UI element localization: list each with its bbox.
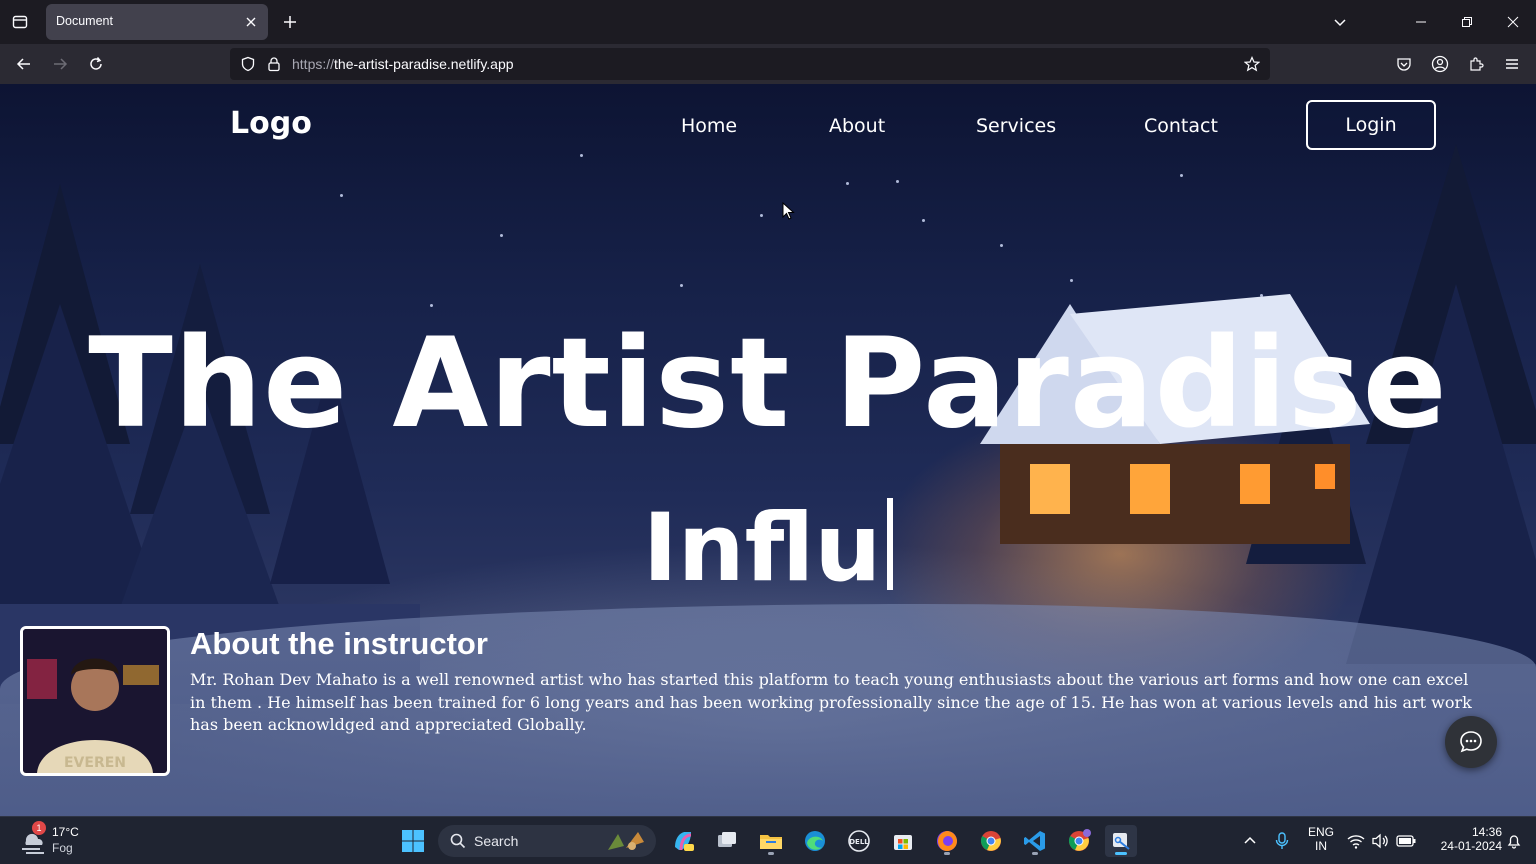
clock-date: 24-01-2024: [1440, 839, 1502, 853]
region-code: IN: [1315, 839, 1327, 853]
chat-button[interactable]: [1445, 716, 1497, 768]
search-icon: [450, 833, 466, 849]
windows-taskbar: 1 17°C Fog Search DELL ENG IN 14:36 24-0…: [0, 816, 1536, 864]
edge-icon[interactable]: [799, 825, 831, 857]
search-highlight-icon: [608, 832, 644, 850]
tab-list-icon[interactable]: [8, 10, 32, 34]
window-controls: [1398, 0, 1536, 44]
chevron-up-icon[interactable]: [1236, 825, 1264, 857]
file-explorer-icon[interactable]: [755, 825, 787, 857]
minimize-icon[interactable]: [1398, 0, 1444, 44]
account-icon[interactable]: [1428, 52, 1452, 76]
chrome-icon[interactable]: [975, 825, 1007, 857]
battery-icon[interactable]: [1393, 825, 1419, 857]
nav-link-about[interactable]: About: [829, 115, 885, 137]
url-bar[interactable]: https://the-artist-paradise.netlify.app: [230, 48, 1270, 80]
reload-icon[interactable]: [84, 52, 108, 76]
dell-icon[interactable]: DELL: [843, 825, 875, 857]
site-header: Logo Home About Services Contact Login: [0, 84, 1536, 168]
active-indicator: [1032, 852, 1038, 855]
weather-widget[interactable]: 1 17°C Fog: [18, 821, 98, 859]
weather-condition: Fog: [52, 841, 73, 855]
extensions-icon[interactable]: [1464, 52, 1488, 76]
active-indicator: [1115, 852, 1127, 855]
weather-badge: 1: [32, 821, 46, 835]
mouse-cursor-icon: [782, 202, 795, 220]
copilot-icon[interactable]: [667, 825, 699, 857]
taskbar-search-box[interactable]: Search: [438, 825, 656, 857]
pocket-icon[interactable]: [1392, 52, 1416, 76]
wifi-icon[interactable]: [1344, 825, 1368, 857]
browser-toolbar: https://the-artist-paradise.netlify.app: [0, 44, 1536, 84]
language-code: ENG: [1307, 825, 1334, 839]
notification-bell-icon[interactable]: [1500, 825, 1528, 857]
url-host: the-artist-paradise.netlify.app: [334, 56, 514, 72]
clock-time: 14:36: [1471, 825, 1502, 839]
forward-icon[interactable]: [48, 52, 72, 76]
typing-cursor: [887, 498, 894, 590]
login-button[interactable]: Login: [1306, 100, 1436, 150]
restore-icon[interactable]: [1444, 0, 1490, 44]
firefox-icon[interactable]: [931, 825, 963, 857]
clock[interactable]: 14:36 24-01-2024: [1422, 825, 1502, 853]
vscode-icon[interactable]: [1019, 825, 1051, 857]
chrome-profile-icon[interactable]: [1063, 825, 1095, 857]
about-text: Mr. Rohan Dev Mahato is a well renowned …: [190, 670, 1472, 734]
lock-icon[interactable]: [264, 54, 284, 74]
windows-start-icon[interactable]: [397, 825, 429, 857]
chevron-down-icon[interactable]: [1328, 10, 1352, 34]
instructor-portrait: EVEREN: [23, 629, 167, 773]
nav-link-services[interactable]: Services: [976, 115, 1056, 137]
url-text: https://the-artist-paradise.netlify.app: [292, 56, 514, 72]
web-page: Logo Home About Services Contact Login T…: [0, 84, 1536, 816]
about-title: About the instructor: [190, 626, 488, 661]
photo-shirt-text: EVEREN: [64, 755, 126, 771]
chat-icon: [1460, 731, 1482, 753]
microphone-icon[interactable]: [1268, 825, 1296, 857]
tab-title: Document: [56, 14, 113, 28]
svg-text:DELL: DELL: [849, 838, 869, 846]
hero-typed-word: Influ: [642, 494, 882, 603]
browser-tabbar: Document: [0, 0, 1536, 44]
star-icon[interactable]: [1242, 54, 1262, 74]
close-icon[interactable]: [242, 13, 260, 31]
hero-typed-text: Influ: [0, 494, 1536, 603]
back-icon[interactable]: [12, 52, 36, 76]
language-indicator[interactable]: ENG IN: [1302, 825, 1340, 853]
weather-temp: 17°C: [52, 825, 79, 839]
active-indicator: [944, 852, 950, 855]
browser-tab-active[interactable]: Document: [46, 4, 268, 40]
close-window-icon[interactable]: [1490, 0, 1536, 44]
site-logo[interactable]: Logo: [230, 106, 312, 141]
snipping-tool-icon[interactable]: [1105, 825, 1137, 857]
shield-icon[interactable]: [238, 54, 258, 74]
microsoft-store-icon[interactable]: [887, 825, 919, 857]
url-scheme: https://: [292, 56, 335, 72]
volume-icon[interactable]: [1368, 825, 1392, 857]
nav-link-contact[interactable]: Contact: [1144, 115, 1218, 137]
menu-icon[interactable]: [1500, 52, 1524, 76]
taskbar-search-label: Search: [474, 833, 519, 849]
instructor-photo: EVEREN: [20, 626, 170, 776]
task-view-icon[interactable]: [711, 825, 743, 857]
hero-title: The Artist Paradise: [88, 312, 1448, 456]
active-indicator: [768, 852, 774, 855]
plus-icon[interactable]: [278, 10, 302, 34]
nav-link-home[interactable]: Home: [681, 115, 737, 137]
